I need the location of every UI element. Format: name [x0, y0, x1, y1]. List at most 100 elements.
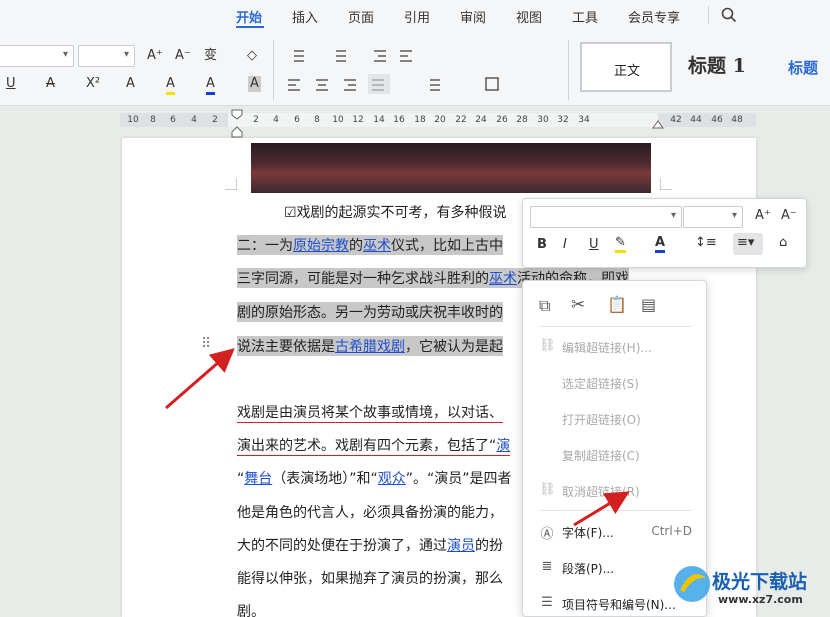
ruler-number: 44 [690, 115, 702, 125]
font-size-combo[interactable]: ▾ [78, 45, 135, 67]
tab-page[interactable]: 页面 [348, 7, 374, 26]
hyperlink[interactable]: 演员 [447, 538, 475, 554]
ruler-number: 48 [731, 115, 743, 125]
menu-bar: 开始 插入 页面 引用 审阅 视图 工具 会员专享 [0, 0, 830, 30]
menu-item-remove-hyperlink[interactable]: ⛓ 取消超链接(R) [523, 478, 708, 504]
line-spacing-icon[interactable]: ↕≡ [695, 235, 717, 250]
format-painter-icon[interactable]: ⌂ [779, 235, 787, 250]
hyperlink[interactable]: 巫术 [489, 271, 517, 287]
ruler-number: 46 [711, 115, 723, 125]
style-heading[interactable]: 标题 [788, 60, 818, 76]
shrink-font-button[interactable]: A⁻ [175, 48, 191, 64]
hyperlink[interactable]: 原始宗教 [293, 238, 349, 254]
menu-item-edit-hyperlink[interactable]: ⛓ 编辑超链接(H)... [523, 334, 708, 360]
tab-home[interactable]: 开始 [236, 7, 262, 26]
floating-format-toolbar: ▾ ▾ A⁺ A⁻ B I U ✎ A ↕≡ ≡▾ ⌂ [522, 198, 807, 268]
clear-format-button[interactable]: ◇ [247, 48, 257, 64]
active-tab-indicator [236, 26, 264, 28]
menu-item-font[interactable]: Ⓐ 字体(F)... Ctrl+D [523, 519, 708, 545]
style-normal[interactable]: 正文 [580, 42, 672, 92]
chevron-down-icon: ▾ [731, 210, 737, 221]
text-run: 演出来的艺术。戏剧有四个元素，包括了“ [237, 438, 497, 454]
tab-insert[interactable]: 插入 [292, 7, 318, 26]
paste-text-icon[interactable]: ▤ [641, 295, 656, 314]
align-icon[interactable]: ≡▾ [733, 233, 763, 255]
watermark-text: 极光下载站 [712, 571, 808, 593]
cut-icon[interactable]: ✂ [571, 295, 585, 315]
superscript-button[interactable]: X² [86, 76, 100, 92]
document-image[interactable] [251, 143, 651, 193]
ruler-number: 22 [455, 115, 467, 125]
grow-font-button[interactable]: A⁺ [147, 48, 163, 64]
menu-item-select-hyperlink[interactable]: 选定超链接(S) [523, 370, 708, 396]
ruler-number: 28 [516, 115, 528, 125]
underline-button[interactable]: U [6, 76, 16, 92]
menu-item-open-hyperlink[interactable]: 打开超链接(O) [523, 406, 708, 432]
mini-font-name-combo[interactable]: ▾ [530, 206, 682, 228]
ruler-number: 30 [537, 115, 549, 125]
italic-button[interactable]: I [563, 237, 567, 252]
list-icon: ☰ [541, 595, 553, 610]
ruler-number: 24 [475, 115, 487, 125]
hyperlink[interactable]: 巫术 [363, 238, 391, 254]
paragraph-tools[interactable] [288, 48, 528, 108]
hyperlink[interactable]: 舞台 [244, 471, 272, 487]
style-heading1[interactable]: 标题 1 [688, 57, 746, 76]
ruler-number: 34 [578, 115, 590, 125]
grow-font-icon[interactable]: A⁺ [755, 208, 771, 223]
ribbon-divider [568, 40, 569, 100]
tab-references[interactable]: 引用 [404, 7, 430, 26]
ruler-number: 2 [212, 115, 218, 125]
ruler-number: 4 [273, 115, 279, 125]
right-indent-marker[interactable] [652, 118, 664, 130]
strikethrough-button[interactable]: A [46, 76, 55, 92]
font-color-button[interactable]: A [206, 76, 215, 95]
paragraph-line: “舞台（表演场地）”和“观众”。“演员”是四者 [237, 468, 512, 488]
drag-handle-icon[interactable]: ⠿ [201, 336, 211, 352]
chevron-down-icon: ▾ [670, 210, 676, 221]
phonetic-button[interactable]: 变 [204, 48, 217, 64]
paragraph-icon: ≣ [541, 559, 553, 574]
font-color-icon[interactable]: A [655, 235, 666, 253]
paragraph-line: 说法主要依据是古希腊戏剧，它被认为是起 [237, 336, 503, 356]
text-effects-button[interactable]: A [126, 76, 135, 92]
text-run: 说法主要依据是 [237, 339, 335, 355]
char-shading-button[interactable]: A [248, 76, 261, 92]
ruler-number: 16 [393, 115, 405, 125]
text-run: 的 [349, 238, 363, 254]
paragraph-line: 他是角色的代言人，必须具备扮演的能力， [237, 505, 503, 521]
tab-member[interactable]: 会员专享 [628, 7, 680, 26]
shrink-font-icon[interactable]: A⁻ [781, 208, 797, 223]
highlight-button[interactable]: A [166, 76, 175, 95]
copy-icon[interactable]: ⧉ [539, 296, 550, 316]
text-run: 大的不同的处便在于扮演了，通过 [237, 538, 447, 554]
menu-item-copy-hyperlink[interactable]: 复制超链接(C) [523, 442, 708, 468]
bold-button[interactable]: B [537, 237, 547, 252]
paste-icon[interactable]: 📋 [607, 295, 627, 314]
chevron-down-icon: ▾ [62, 49, 68, 60]
ruler-number: 10 [127, 115, 139, 125]
font-icon: Ⓐ [540, 527, 554, 542]
tab-review[interactable]: 审阅 [460, 7, 486, 26]
hyperlink[interactable]: 演 [496, 438, 510, 454]
hyperlink[interactable]: 观众 [378, 471, 406, 487]
image-caption: ☑戏剧的起源实不可考，有多种假说 [284, 205, 507, 221]
ribbon-divider [273, 40, 274, 100]
ruler-number: 20 [434, 115, 446, 125]
search-icon[interactable] [721, 7, 737, 23]
ruler-number: 6 [170, 115, 176, 125]
text-run: ，它被认为是起 [405, 339, 503, 355]
highlight-icon[interactable]: ✎ [615, 235, 626, 253]
underline-button[interactable]: U [589, 237, 599, 252]
menu-separator [539, 510, 692, 511]
watermark-url: www.xz7.com [718, 593, 803, 606]
chevron-down-icon: ▾ [123, 49, 129, 60]
paragraph-line: 剧。 [237, 604, 265, 617]
tab-view[interactable]: 视图 [516, 7, 542, 26]
indent-marker[interactable] [230, 108, 244, 138]
mini-font-size-combo[interactable]: ▾ [683, 206, 743, 228]
tab-tools[interactable]: 工具 [572, 7, 598, 26]
font-name-combo[interactable]: ▾ [0, 45, 74, 67]
ribbon: ▾ ▾ A⁺ A⁻ 变 ◇ U A X² A A A A 正文 标题 1 标题 [0, 30, 830, 106]
hyperlink[interactable]: 古希腊戏剧 [335, 339, 405, 355]
